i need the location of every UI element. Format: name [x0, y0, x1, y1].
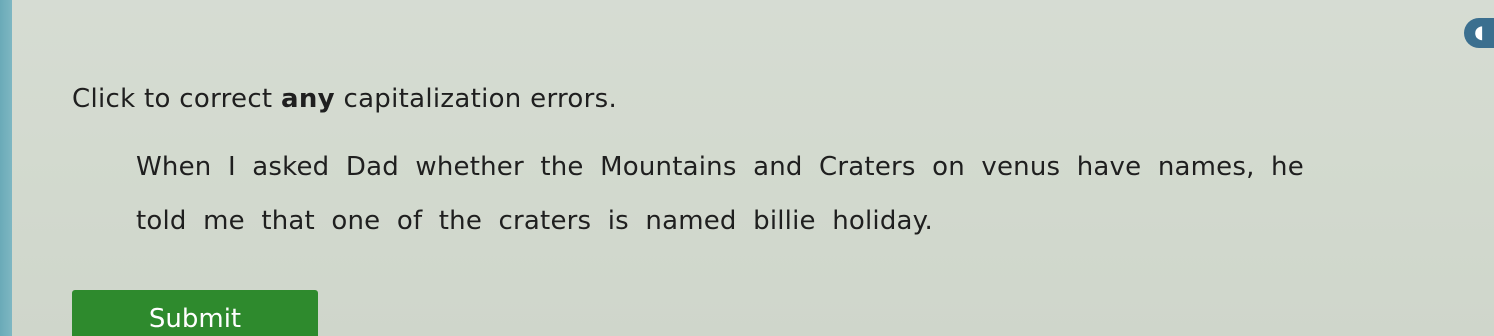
passage-word[interactable]: named [645, 206, 736, 236]
passage-word[interactable]: billie [753, 206, 816, 236]
instruction-text: Click to correct any capitalization erro… [72, 84, 617, 114]
passage-word[interactable]: Mountains [600, 152, 736, 182]
passage-word[interactable]: venus [981, 152, 1060, 182]
passage: When I asked Dad whether the Mountains a… [136, 140, 1426, 248]
partial-circle-icon[interactable]: ◖ [1464, 18, 1494, 48]
passage-word[interactable]: told [136, 206, 187, 236]
passage-word[interactable]: Craters [819, 152, 916, 182]
instruction-suffix: capitalization errors. [334, 84, 618, 114]
instruction-emphasis: any [281, 84, 335, 114]
passage-word[interactable]: Dad [346, 152, 399, 182]
passage-word[interactable]: he [1271, 152, 1304, 182]
passage-word[interactable]: that [261, 206, 315, 236]
passage-word[interactable]: the [439, 206, 482, 236]
passage-word[interactable]: whether [415, 152, 524, 182]
passage-word[interactable]: and [753, 152, 803, 182]
passage-word[interactable]: names, [1158, 152, 1255, 182]
submit-button[interactable]: Submit [72, 290, 318, 336]
left-accent-strip [0, 0, 12, 336]
instruction-prefix: Click to correct [72, 84, 281, 114]
passage-word[interactable]: the [540, 152, 583, 182]
passage-word[interactable]: asked [252, 152, 329, 182]
passage-word[interactable]: When [136, 152, 211, 182]
passage-word[interactable]: I [228, 152, 236, 182]
passage-word[interactable]: of [397, 206, 422, 236]
passage-line-2: told me that one of the craters is named… [136, 194, 1426, 248]
passage-word[interactable]: one [331, 206, 380, 236]
passage-word[interactable]: holiday. [832, 206, 933, 236]
passage-word[interactable]: on [932, 152, 965, 182]
passage-word[interactable]: have [1077, 152, 1142, 182]
passage-word[interactable]: me [203, 206, 245, 236]
passage-word[interactable]: craters [499, 206, 592, 236]
passage-line-1: When I asked Dad whether the Mountains a… [136, 140, 1426, 194]
passage-word[interactable]: is [608, 206, 629, 236]
